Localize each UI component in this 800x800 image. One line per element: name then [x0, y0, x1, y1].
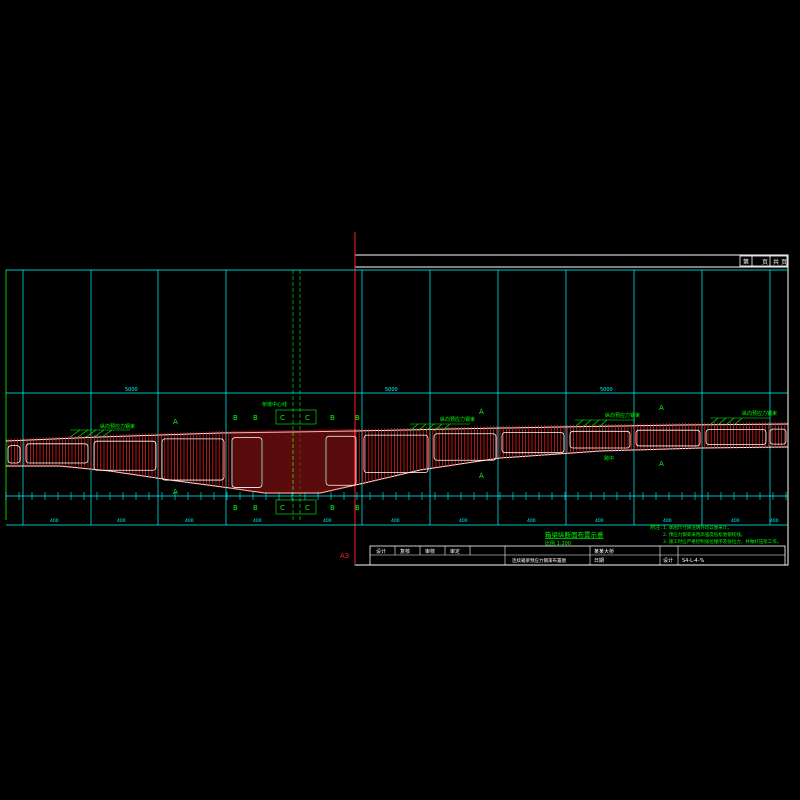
- cad-drawing: 第 页 共 页 5000 5000 5000 纵向预应力钢束 桥墩中心线 纵向预…: [5, 232, 789, 566]
- note-item-1: 1. 本图尺寸除注明外均以厘米计。: [663, 524, 732, 531]
- segment-label-2: 400: [185, 518, 194, 524]
- segment-label-0: 400: [50, 518, 59, 524]
- box-girder: [5, 422, 789, 494]
- page-number-box: 第 页 共 页: [739, 255, 788, 267]
- segment-label-4: 400: [323, 518, 332, 524]
- midspan-tag: 跨中: [604, 455, 614, 462]
- box-cell-9: [569, 430, 631, 449]
- box-cell-2: [93, 440, 157, 471]
- figure-title: 箱梁纵断面布置示意: [545, 530, 604, 539]
- mark-d-top-right: A: [659, 404, 664, 412]
- box-cell-0: [7, 445, 21, 464]
- tb-row1-2: 复核: [400, 548, 410, 555]
- rebar-group: [7, 422, 786, 494]
- mark-c-bot-2: C: [305, 504, 310, 512]
- span-label-2: 5000: [385, 387, 398, 393]
- box-cell-6: [363, 434, 429, 473]
- rebar-note-left-text: 纵向预应力钢束: [100, 423, 135, 430]
- notes-block: 附注： 1. 本图尺寸除注明外均以厘米计。 2. 预应力钢束采用高强度低松弛钢绞…: [650, 524, 781, 545]
- mark-b-bot-1: B: [233, 504, 238, 512]
- page-cell-1: 第: [743, 258, 749, 266]
- vertical-grid: [22, 270, 771, 525]
- note-item-3: 3. 施工时应严格控制张拉顺序及张拉力，并做好压浆工作。: [663, 538, 781, 545]
- tb-designer: 设计: [663, 557, 673, 564]
- mark-b-top-1: B: [233, 414, 238, 422]
- span-label-3: 5000: [600, 387, 613, 393]
- segment-label-9: 400: [663, 518, 672, 524]
- tb-drawing-name: 连续箱梁预应力钢束布置图: [512, 557, 566, 564]
- segment-label-3: 400: [253, 518, 262, 524]
- segment-label-8: 400: [595, 518, 604, 524]
- box-cell-10: [635, 429, 701, 447]
- segment-label-5: 400: [391, 518, 400, 524]
- segment-label-6: 400: [459, 518, 468, 524]
- mark-a-bot-left: A: [173, 488, 178, 496]
- tb-drawing-no: S4-L-4-%: [682, 558, 705, 564]
- segment-label-10: 400: [731, 518, 740, 524]
- box-cell-11: [705, 429, 767, 445]
- page-cell-4: 页: [781, 259, 787, 266]
- rebar-note-right-2-text: 纵向预应力钢束: [605, 412, 640, 419]
- mark-b-top-2: B: [253, 414, 258, 422]
- page-cell-3: 共: [773, 258, 779, 266]
- bottom-dimensions: 400 400 400 400 400 400 400 400 400 400 400 400: [5, 492, 787, 524]
- mark-b-bot-2: B: [253, 504, 258, 512]
- mark-b-top-3: B: [330, 414, 335, 422]
- tb-date: 日期: [594, 558, 604, 564]
- rebar-note-right-2: 纵向预应力钢束: [574, 412, 640, 428]
- mark-d-top-mid: A: [479, 408, 484, 416]
- segment-label-11: 400: [770, 518, 779, 524]
- mark-c-bot-1: C: [280, 504, 285, 512]
- rebar-note-right-3-text: 纵向预应力钢束: [742, 410, 777, 417]
- tb-row1-3: 审核: [425, 548, 435, 555]
- box-cell-5: [325, 435, 357, 486]
- note-item-2: 2. 预应力钢束采用高强度低松弛钢绞线。: [663, 531, 745, 538]
- rebar-note-right-1-text: 纵向预应力钢束: [440, 416, 475, 423]
- sheet-frame: [354, 254, 789, 566]
- sheet-size-mark: A3: [340, 552, 349, 560]
- mark-c-top-2: C: [305, 414, 310, 422]
- span-label-1: 5000: [125, 387, 138, 393]
- center-note-text: 桥墩中心线: [262, 401, 287, 408]
- mark-c-top-1: C: [280, 414, 285, 422]
- mark-a-top-left: A: [173, 418, 178, 426]
- page-cell-2: 页: [762, 259, 768, 266]
- center-note: 桥墩中心线: [262, 401, 287, 408]
- box-cell-12: [769, 428, 787, 445]
- mark-b-bot-4: B: [355, 504, 360, 512]
- tb-project: 某某大桥: [594, 548, 614, 555]
- segment-label-7: 400: [527, 518, 536, 524]
- mark-d-bot-mid: A: [479, 472, 484, 480]
- mark-d-bot-right: A: [659, 460, 664, 468]
- tb-row1-1: 设计: [376, 548, 386, 555]
- rebar-note-left: 纵向预应力钢束: [69, 423, 135, 438]
- box-cell-4: [231, 437, 263, 488]
- segment-label-1: 400: [117, 518, 126, 524]
- mark-b-bot-3: B: [330, 504, 335, 512]
- title-block: 设计 复核 审核 审定 连续箱梁预应力钢束布置图 某某大桥 日期 设计 S4-L…: [369, 545, 786, 566]
- mark-b-top-4: B: [355, 414, 360, 422]
- tb-row1-4: 审定: [450, 548, 460, 555]
